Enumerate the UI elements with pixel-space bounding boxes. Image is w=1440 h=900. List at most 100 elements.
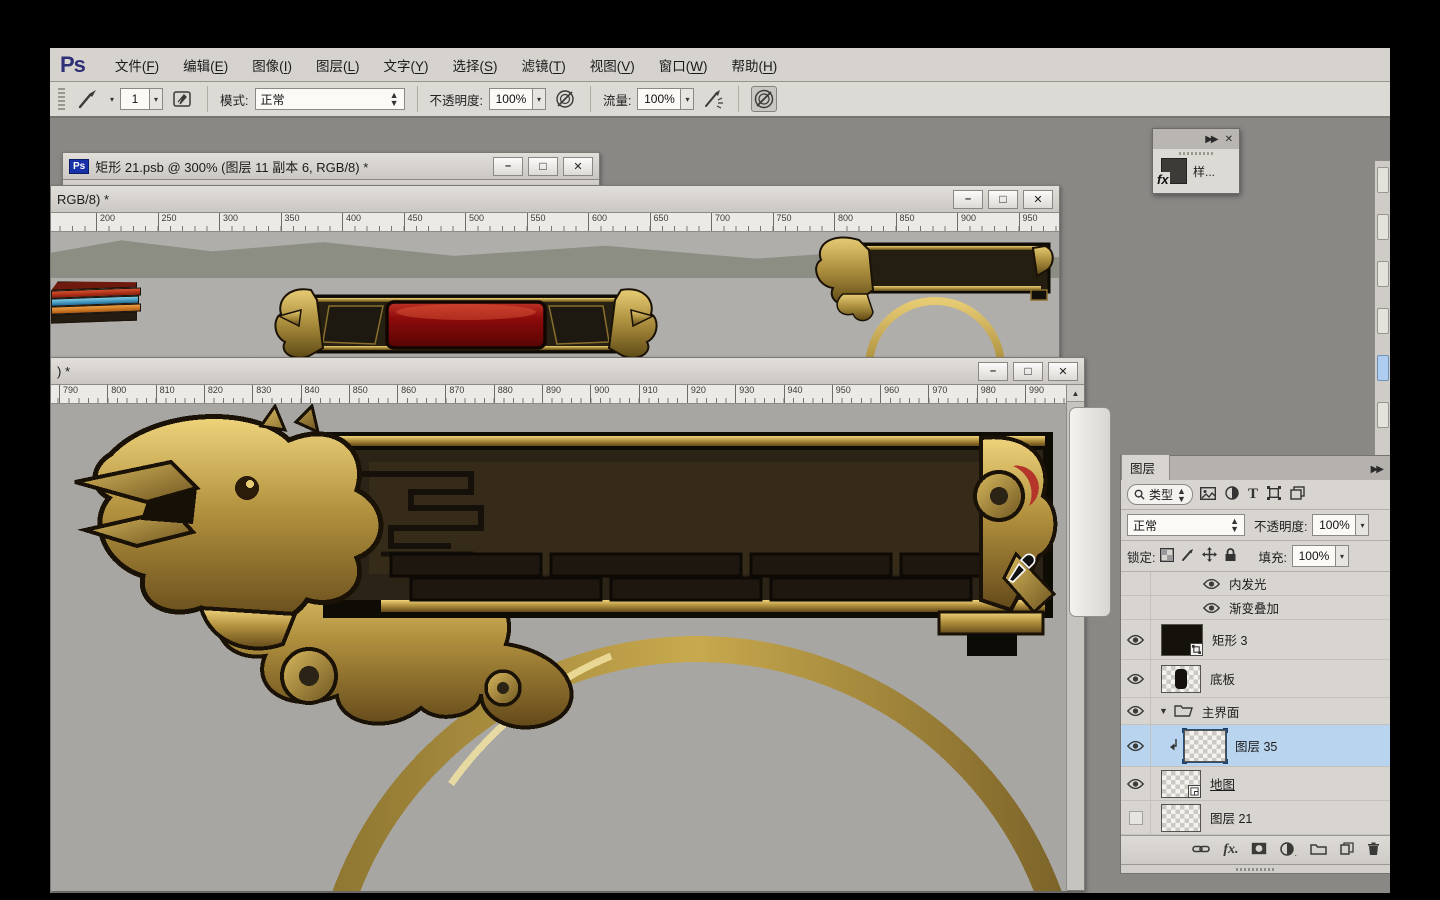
eye-icon[interactable]	[1127, 634, 1144, 646]
opacity-arrow[interactable]: ▾	[532, 88, 546, 110]
styles-panel-title-bar[interactable]: ▶▶ ✕	[1153, 129, 1239, 149]
doc3-minimize-button[interactable]	[978, 361, 1008, 381]
filter-adjustment-icon[interactable]	[1225, 486, 1239, 503]
brush-preset-arrow[interactable]: ▾	[110, 95, 114, 104]
brush-size-value[interactable]: 1	[120, 88, 151, 110]
doc3-vertical-scrollbar[interactable]: ▲	[1066, 385, 1111, 890]
eye-empty-box[interactable]	[1128, 810, 1143, 825]
menu-item-e[interactable]: 编辑(E)	[171, 51, 240, 79]
doc1-close-button[interactable]	[563, 156, 593, 176]
brush-size-stepper[interactable]: 1 ▾	[120, 88, 164, 110]
layer-opacity-arrow[interactable]: ▾	[1356, 514, 1370, 536]
docked-panel-item[interactable]	[1377, 355, 1389, 381]
layer-effect-row[interactable]: 渐变叠加	[1121, 596, 1390, 620]
blend-mode-select[interactable]: 正常 ▲ ▼	[254, 88, 405, 110]
layer-opacity-value[interactable]: 100%	[1312, 514, 1357, 536]
options-grip[interactable]	[58, 88, 65, 110]
filter-pixel-icon[interactable]	[1199, 486, 1216, 503]
lock-all-icon[interactable]	[1224, 547, 1237, 565]
eye-icon[interactable]	[1203, 602, 1220, 614]
menu-item-f[interactable]: 文件(F)	[103, 51, 171, 79]
fill-value[interactable]: 100%	[1291, 545, 1336, 567]
lock-move-icon[interactable]	[1202, 547, 1218, 565]
filter-type-text-icon[interactable]: T	[1248, 486, 1258, 503]
layer-thumbnail[interactable]	[1161, 623, 1203, 656]
eye-icon[interactable]	[1127, 740, 1144, 752]
lock-transparency-icon[interactable]	[1160, 547, 1175, 565]
docked-panel-item[interactable]	[1377, 167, 1389, 193]
layer-style-thumb-icon[interactable]	[1156, 158, 1187, 187]
layer-row[interactable]: 底板	[1121, 660, 1390, 698]
flow-combo[interactable]: 100% ▾	[637, 88, 695, 110]
opacity-combo[interactable]: 100% ▾	[488, 88, 546, 110]
filter-smart-object-icon[interactable]	[1290, 486, 1305, 503]
docked-panel-item[interactable]	[1377, 402, 1389, 428]
layer-thumbnail[interactable]	[1161, 769, 1201, 798]
panel-dock-strip[interactable]	[1374, 160, 1390, 460]
doc2-maximize-button[interactable]	[988, 189, 1018, 209]
doc2-close-button[interactable]	[1023, 189, 1053, 209]
visibility-toggle[interactable]	[1121, 698, 1151, 724]
eye-icon[interactable]	[1127, 673, 1144, 685]
brush-tool-icon[interactable]	[75, 86, 101, 112]
flow-value[interactable]: 100%	[637, 88, 682, 110]
layer-row[interactable]: 地图	[1121, 767, 1390, 801]
doc1-minimize-button[interactable]	[493, 156, 523, 176]
panel-resize-grip[interactable]	[1121, 864, 1390, 873]
layer-effect-row[interactable]: 内发光	[1121, 572, 1390, 596]
visibility-toggle[interactable]	[1121, 660, 1151, 697]
tab-layers[interactable]: 图层	[1121, 454, 1171, 480]
collapse-panel-icon[interactable]: ▶▶	[1205, 134, 1218, 145]
scroll-up-arrow[interactable]: ▲	[1067, 385, 1084, 402]
scrollbar-thumb[interactable]	[1069, 407, 1111, 617]
document-window-rect21[interactable]: Ps 矩形 21.psb @ 300% (图层 11 副本 6, RGB/8) …	[62, 152, 600, 186]
doc2-minimize-button[interactable]	[953, 189, 983, 209]
doc1-title-bar[interactable]: Ps 矩形 21.psb @ 300% (图层 11 副本 6, RGB/8) …	[63, 153, 599, 180]
doc2-title-bar[interactable]: RGB/8) *	[51, 186, 1059, 213]
fill-arrow[interactable]: ▾	[1335, 545, 1349, 567]
document-window-3[interactable]: ) * 790 800 810 820 830 840 850 860 870 880 890 900…	[50, 357, 1111, 891]
visibility-toggle[interactable]	[1121, 725, 1151, 766]
visibility-toggle[interactable]	[1121, 620, 1151, 659]
eye-icon[interactable]	[1127, 778, 1144, 790]
menu-item-h[interactable]: 帮助(H)	[720, 51, 790, 79]
layer-style-button[interactable]: fx.	[1223, 842, 1238, 858]
menu-item-y[interactable]: 文字(Y)	[371, 51, 440, 79]
lock-paint-icon[interactable]	[1181, 548, 1195, 565]
docked-panel-item[interactable]	[1377, 261, 1389, 287]
layer-opacity-combo[interactable]: 100% ▾	[1312, 514, 1370, 536]
brush-size-arrow[interactable]: ▾	[150, 88, 164, 110]
airbrush-icon[interactable]	[700, 86, 726, 112]
layer-thumbnail[interactable]	[1161, 664, 1201, 693]
opacity-value[interactable]: 100%	[488, 88, 533, 110]
menu-item-i[interactable]: 图像(I)	[240, 51, 304, 79]
docked-panel-item[interactable]	[1377, 308, 1389, 334]
pressure-opacity-icon[interactable]	[552, 86, 578, 112]
flow-arrow[interactable]: ▾	[681, 88, 695, 110]
new-group-button[interactable]	[1310, 842, 1327, 858]
brush-panel-toggle-icon[interactable]	[169, 86, 195, 112]
close-panel-icon[interactable]: ✕	[1225, 134, 1233, 145]
expand-triangle-icon[interactable]: ▼	[1159, 706, 1168, 716]
collapse-panel-icon[interactable]: ▶▶	[1363, 464, 1390, 480]
docked-panel-item[interactable]	[1377, 214, 1389, 240]
visibility-toggle[interactable]	[1121, 801, 1151, 834]
menu-item-l[interactable]: 图层(L)	[304, 51, 372, 79]
filter-type-select[interactable]: 类型 ▲ ▼	[1127, 484, 1193, 505]
menu-item-v[interactable]: 视图(V)	[578, 51, 647, 79]
layer-row[interactable]: 图层 21	[1121, 801, 1390, 835]
menu-item-w[interactable]: 窗口(W)	[647, 51, 720, 79]
pressure-size-toggle-icon[interactable]	[751, 86, 778, 112]
link-layers-button[interactable]	[1192, 843, 1211, 858]
delete-layer-button[interactable]	[1367, 842, 1380, 859]
menu-item-t[interactable]: 滤镜(T)	[510, 51, 578, 79]
new-layer-button[interactable]	[1340, 842, 1354, 858]
layer-blend-mode-select[interactable]: 正常 ▲ ▼	[1127, 514, 1245, 536]
menu-item-s[interactable]: 选择(S)	[440, 51, 509, 79]
new-adjustment-button[interactable]: .	[1280, 841, 1297, 859]
add-mask-button[interactable]	[1251, 842, 1267, 858]
styles-panel[interactable]: ▶▶ ✕ 样...	[1152, 128, 1240, 194]
layer-group-row[interactable]: ▼ 主界面	[1121, 698, 1390, 725]
layer-row[interactable]: 图层 35	[1121, 725, 1390, 767]
fill-combo[interactable]: 100% ▾	[1291, 545, 1349, 567]
